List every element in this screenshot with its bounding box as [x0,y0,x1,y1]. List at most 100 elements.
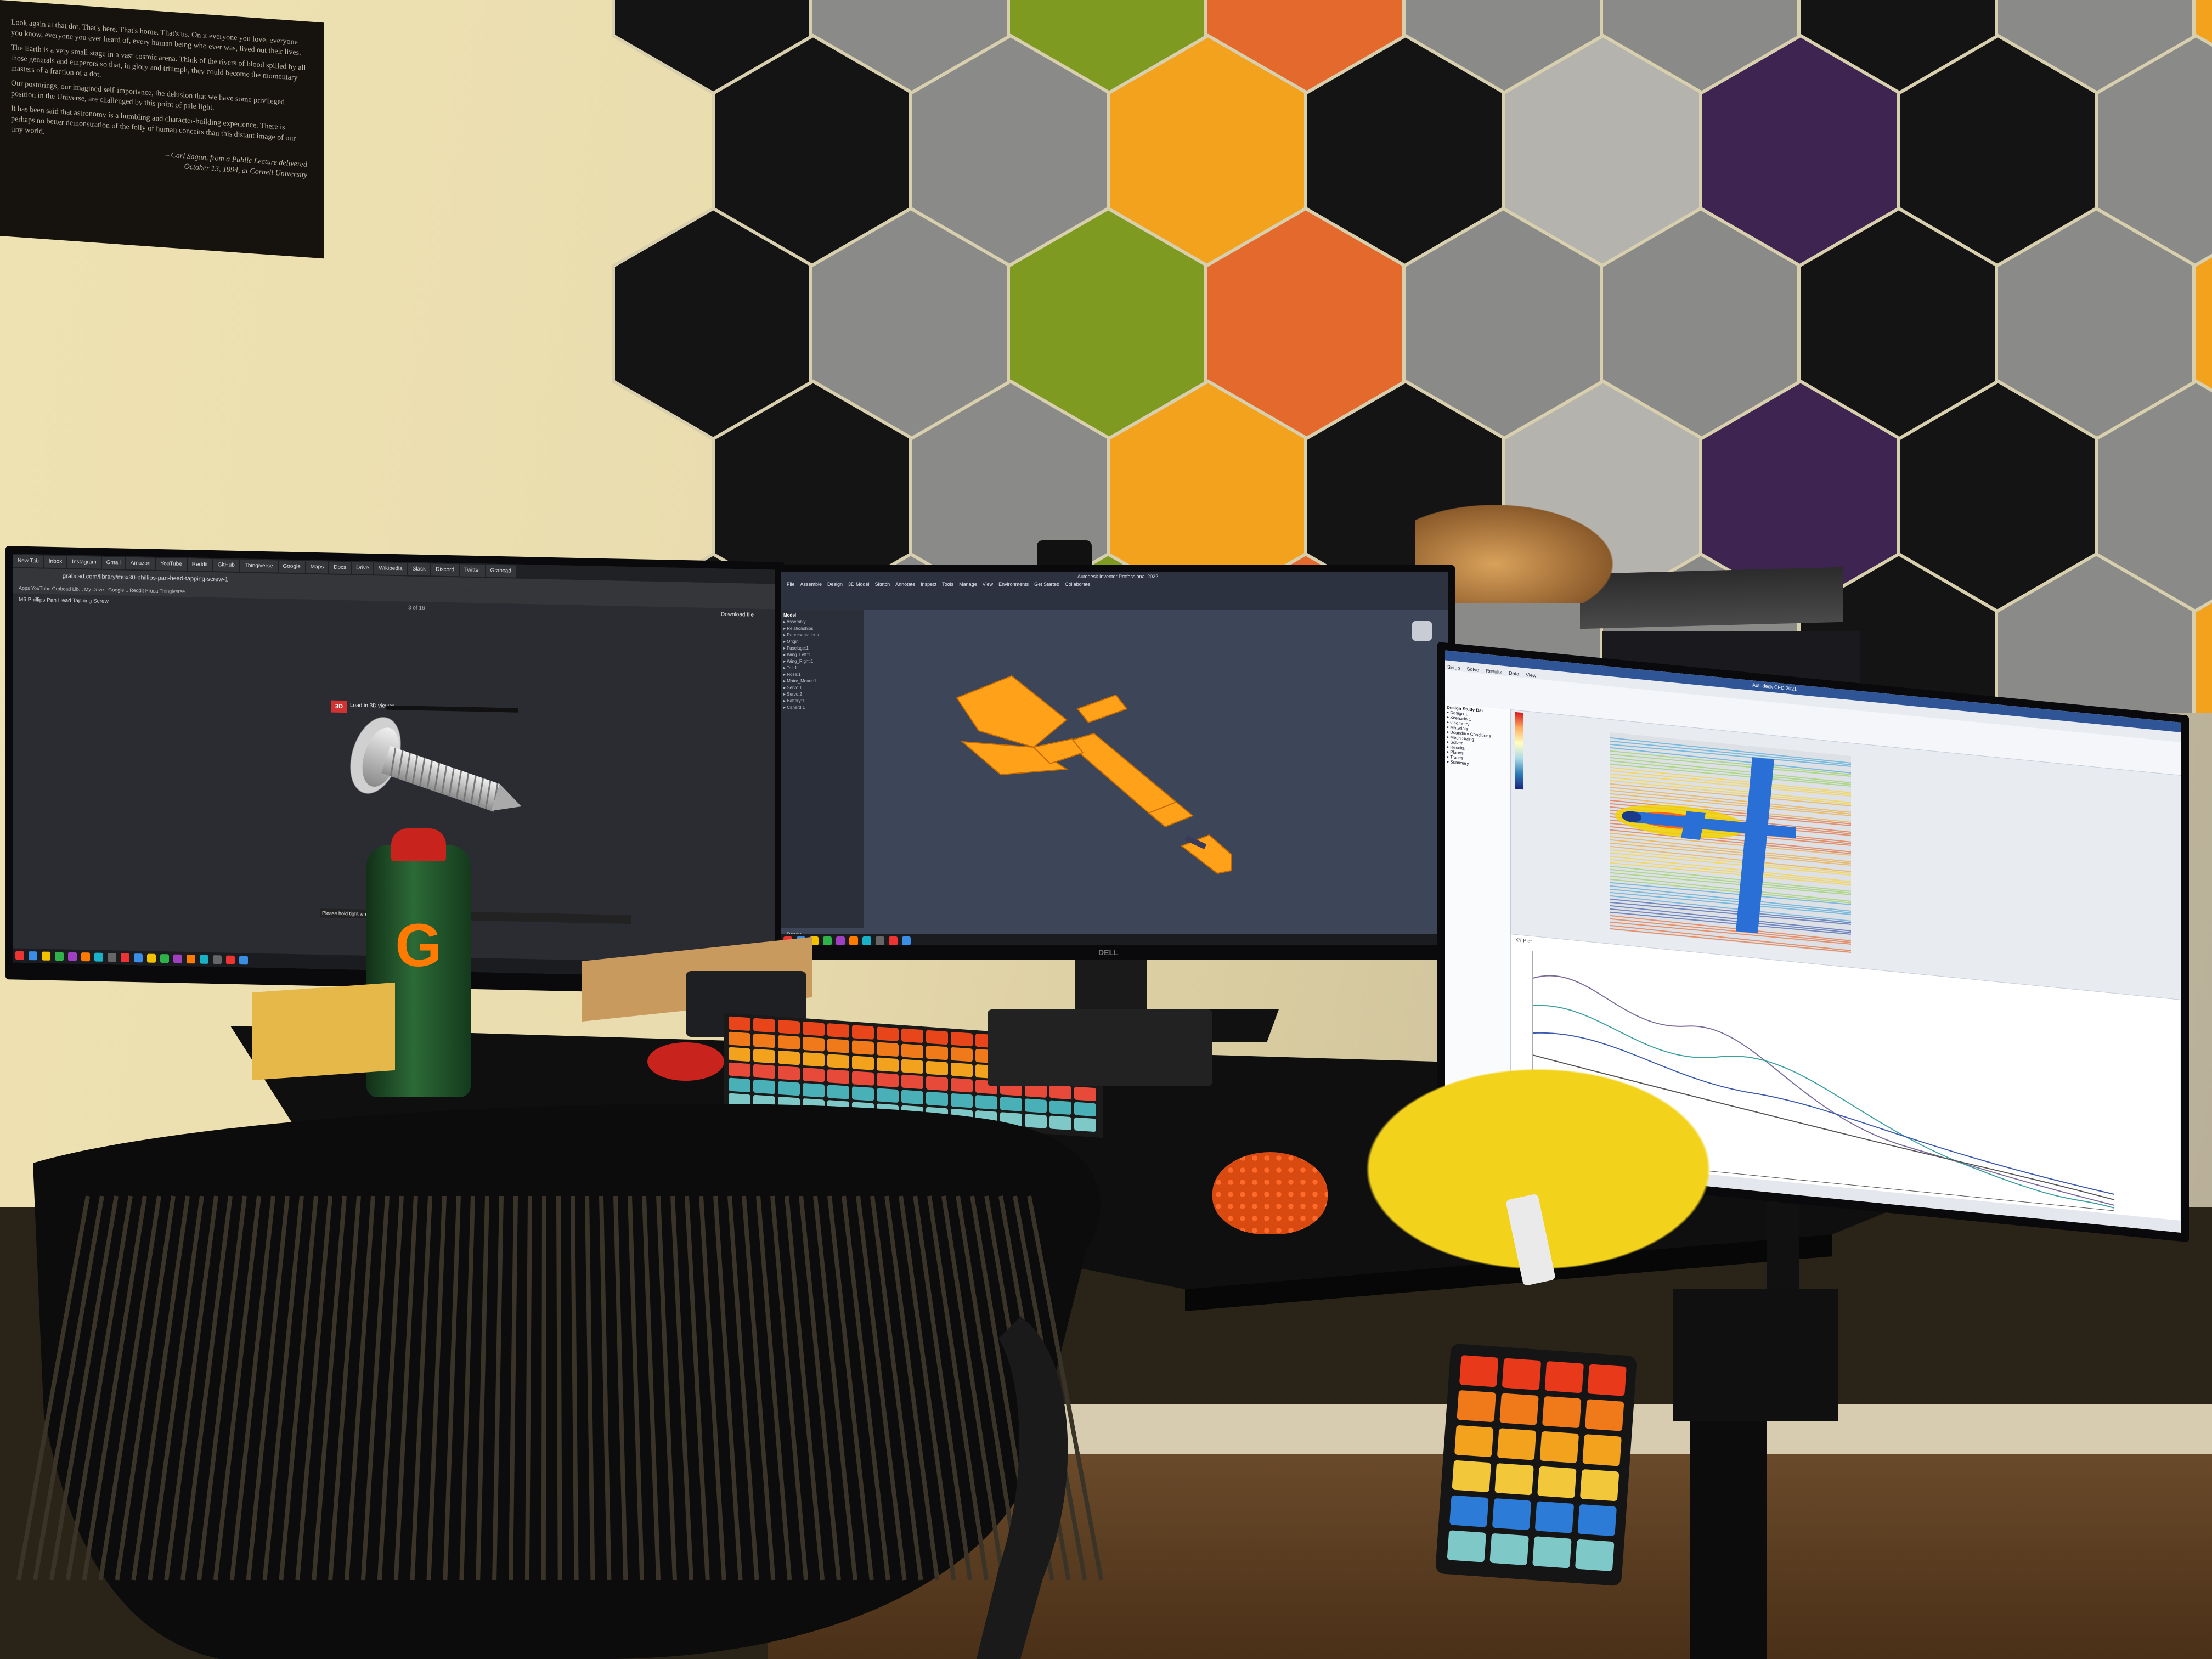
keycap [803,1052,825,1067]
browser-tab[interactable]: Google [278,560,305,573]
model-browser[interactable]: Model ▸ Assembly ▸ Relationships ▸ Represe… [781,610,864,928]
taskbar-app-icon[interactable] [147,953,156,963]
browser-tab[interactable]: GitHub [213,559,239,572]
browser-tab[interactable]: YouTube [156,557,187,571]
bottle-logo: G [395,912,442,979]
browser-tab[interactable]: Discord [431,563,459,577]
browser-tree-item[interactable]: ▸ Wing_Left:1 [783,652,861,658]
view-cube[interactable] [1412,621,1432,641]
taskbar-app-icon[interactable] [160,954,169,963]
taskbar-app-icon[interactable] [213,955,222,964]
browser-tab[interactable]: Grabcad [486,565,516,578]
browser-tab[interactable]: Thingiverse [240,560,278,573]
browser-tree-item[interactable]: ▸ Servo:2 [783,691,861,698]
taskbar-app-icon[interactable] [68,952,77,961]
taskbar-app-icon[interactable] [902,936,911,945]
taskbar-app-icon[interactable] [226,955,235,964]
keycap [753,1033,775,1048]
numpad-key [1494,1463,1534,1496]
ribbon-tab[interactable]: Assemble [800,582,822,587]
browser-tree-item[interactable]: ▸ Battery:1 [783,698,861,704]
taskbar-app-icon[interactable] [876,936,884,945]
taskbar-app-icon[interactable] [200,955,208,964]
taskbar-app-icon[interactable] [55,952,64,961]
ribbon-tab[interactable]: Environments [998,582,1029,587]
browser-tree-item[interactable]: ▸ Wing_Right:1 [783,658,861,665]
browser-tab[interactable]: Slack [408,563,431,576]
browser-tree-item[interactable]: ▸ Motor_Mount:1 [783,678,861,685]
browser-tree-item[interactable]: ▸ Assembly [783,619,861,625]
orange-mouse [1212,1152,1328,1234]
browser-tab[interactable]: Reddit [187,558,212,572]
browser-tree-item[interactable]: ▸ Fuselage:1 [783,645,861,652]
numpad-key [1577,1504,1617,1537]
taskbar-app-icon[interactable] [81,952,90,962]
ribbon-tab[interactable]: Inspect [921,582,936,587]
ribbon-tab[interactable]: Design [827,582,843,587]
taskbar-app-icon[interactable] [94,952,103,962]
keycap [901,1059,923,1074]
ribbon-tab[interactable]: File [787,582,795,587]
browser-tab[interactable]: Maps [306,561,329,574]
numpad-key [1502,1358,1542,1391]
browser-tree-item[interactable]: ▸ Relationships [783,625,861,632]
browser-tab[interactable]: Twitter [460,564,485,577]
browser-tree-item[interactable]: ▸ Origin [783,639,861,645]
viewer-3d-badge[interactable]: 3D [331,700,347,713]
numpad-key [1497,1428,1537,1460]
browser-tree-item[interactable]: ▸ Tail:1 [783,665,861,672]
ribbon-tab[interactable]: Data [1509,670,1519,677]
desk-setup-photo: Look again at that dot. That's here. Tha… [0,0,2212,1659]
keycap [852,1056,874,1070]
numpad-key [1542,1396,1582,1429]
ribbon-tab[interactable]: Manage [959,582,977,587]
browser-tab[interactable]: Wikipedia [374,562,407,575]
browser-tree-item[interactable]: ▸ Representations [783,632,861,639]
numpad-key [1579,1469,1620,1502]
taskbar-app-icon[interactable] [862,936,871,945]
taskbar-app-icon[interactable] [173,954,182,963]
keycap [852,1040,874,1055]
ribbon-tab[interactable]: 3D Model [848,582,870,587]
taskbar-app-icon[interactable] [15,951,24,960]
ribbon-tab[interactable]: Tools [942,582,953,587]
taskbar-app-icon[interactable] [836,936,845,945]
browser-tab[interactable]: Instagram [67,556,101,569]
ribbon-tab[interactable]: Get Started [1034,582,1059,587]
taskbar-app-icon[interactable] [108,953,116,962]
browser-tab[interactable]: Amazon [126,557,155,570]
browser-tab[interactable]: Inbox [44,555,67,568]
browser-tab[interactable]: Gmail [101,556,125,569]
taskbar-app-icon[interactable] [849,936,858,945]
keycap [753,1064,775,1079]
ribbon-tab[interactable]: Collaborate [1065,582,1090,587]
browser-tree-item[interactable]: ▸ Servo:1 [783,685,861,691]
browser-tab[interactable]: Docs [329,561,351,574]
download-button[interactable]: Download file [721,611,754,618]
taskbar-app-icon[interactable] [121,953,129,962]
taskbar-app-icon[interactable] [889,936,898,945]
taskbar-app-icon[interactable] [42,951,50,961]
taskbar-app-icon[interactable] [187,955,195,964]
keycap [729,1016,751,1031]
browser-tab[interactable]: New Tab [13,555,43,568]
keycap [778,1035,800,1050]
keycap [729,1062,751,1077]
ribbon-tab[interactable]: View [1526,672,1536,679]
taskbar-app-icon[interactable] [823,936,832,945]
browser-tree-item[interactable]: ▸ Canard:1 [783,704,861,711]
taskbar-app-icon[interactable] [134,953,143,963]
taskbar-app-icon[interactable] [29,951,37,961]
browser-tree-item[interactable]: ▸ Nose:1 [783,672,861,678]
ribbon-tab[interactable]: Sketch [875,582,890,587]
center-screen[interactable]: Autodesk Inventor Professional 2022 File… [781,572,1448,945]
browser-tab[interactable]: Drive [352,562,374,575]
numpad-key [1537,1466,1577,1499]
ribbon-tab[interactable]: View [983,582,993,587]
flow-streak [1610,921,1851,945]
taskbar [781,934,1448,945]
ribbon-tab[interactable]: Annotate [895,582,915,587]
pen-holder [1673,1289,1838,1421]
numpad-key [1499,1393,1539,1425]
taskbar-app-icon[interactable] [239,956,248,965]
